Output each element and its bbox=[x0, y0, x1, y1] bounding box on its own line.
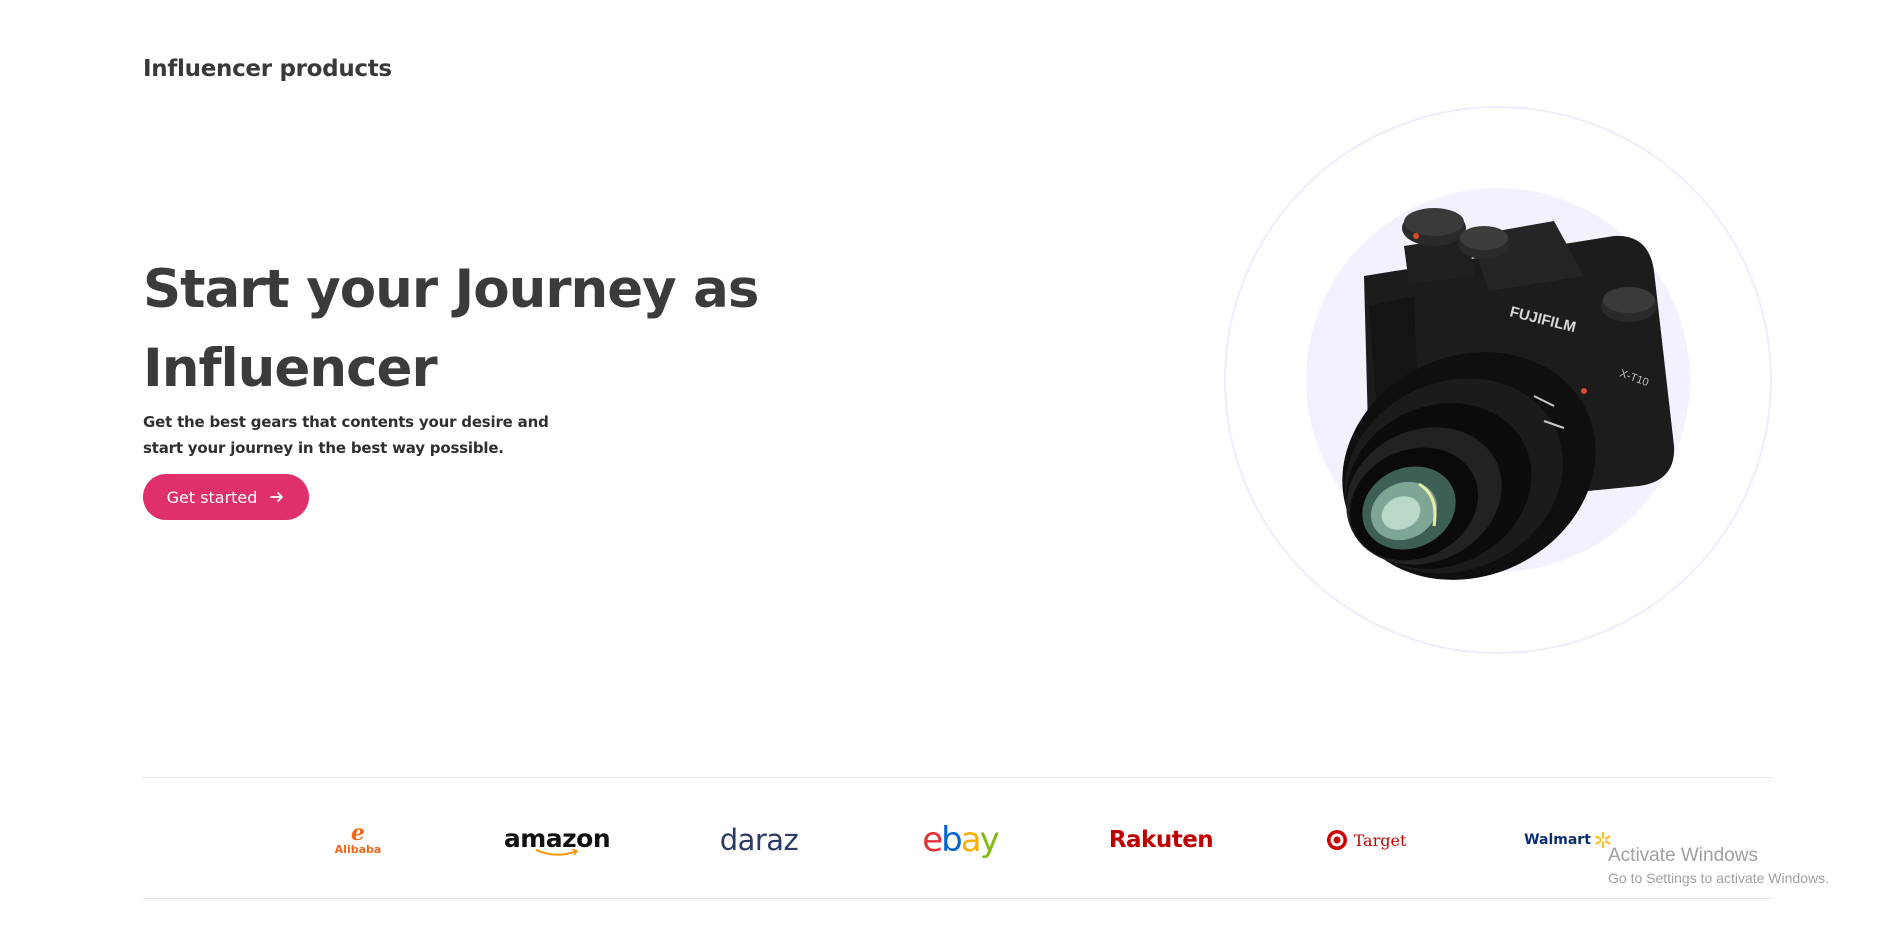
alibaba-logo-icon[interactable]: ℯ Alibaba bbox=[318, 820, 398, 860]
get-started-button[interactable]: Get started bbox=[143, 474, 309, 520]
walmart-logo-icon[interactable]: Walmart bbox=[1513, 820, 1623, 860]
target-label: Target bbox=[1353, 830, 1407, 850]
activation-subtitle: Go to Settings to activate Windows. bbox=[1608, 870, 1829, 886]
alibaba-label: Alibaba bbox=[334, 842, 382, 856]
rakuten-label: Rakuten bbox=[1108, 827, 1214, 853]
hero-visual: FUJIFILM X-T10 bbox=[1224, 106, 1772, 654]
partner-logos: ℯ Alibaba amazon daraz ebay Rakuten Targ… bbox=[143, 800, 1773, 880]
get-started-label: Get started bbox=[166, 487, 258, 507]
hero-title: Start your Journey as Influencer bbox=[143, 259, 759, 399]
amazon-smile-icon bbox=[535, 848, 579, 856]
brand-name[interactable]: Influencer products bbox=[143, 56, 392, 82]
hero-subtitle: Get the best gears that contents your de… bbox=[143, 413, 549, 457]
camera-icon: FUJIFILM X-T10 bbox=[1342, 208, 1675, 580]
rakuten-logo-icon[interactable]: Rakuten bbox=[1108, 820, 1214, 860]
walmart-label: Walmart bbox=[1524, 832, 1591, 848]
partners-divider-bottom bbox=[143, 898, 1773, 899]
daraz-logo-icon[interactable]: daraz bbox=[709, 820, 809, 860]
partners-divider-top bbox=[143, 777, 1773, 778]
activation-title: Activate Windows bbox=[1608, 845, 1758, 866]
daraz-label: daraz bbox=[719, 823, 799, 857]
target-bullseye-icon bbox=[1326, 830, 1347, 850]
target-logo-icon[interactable]: Target bbox=[1311, 820, 1421, 860]
amazon-logo-icon[interactable]: amazon bbox=[504, 820, 611, 860]
arrow-right-icon bbox=[270, 492, 284, 502]
ebay-logo-icon[interactable]: ebay bbox=[910, 820, 1010, 860]
windows-activation-watermark: Activate Windows Go to Settings to activ… bbox=[1608, 844, 1829, 888]
